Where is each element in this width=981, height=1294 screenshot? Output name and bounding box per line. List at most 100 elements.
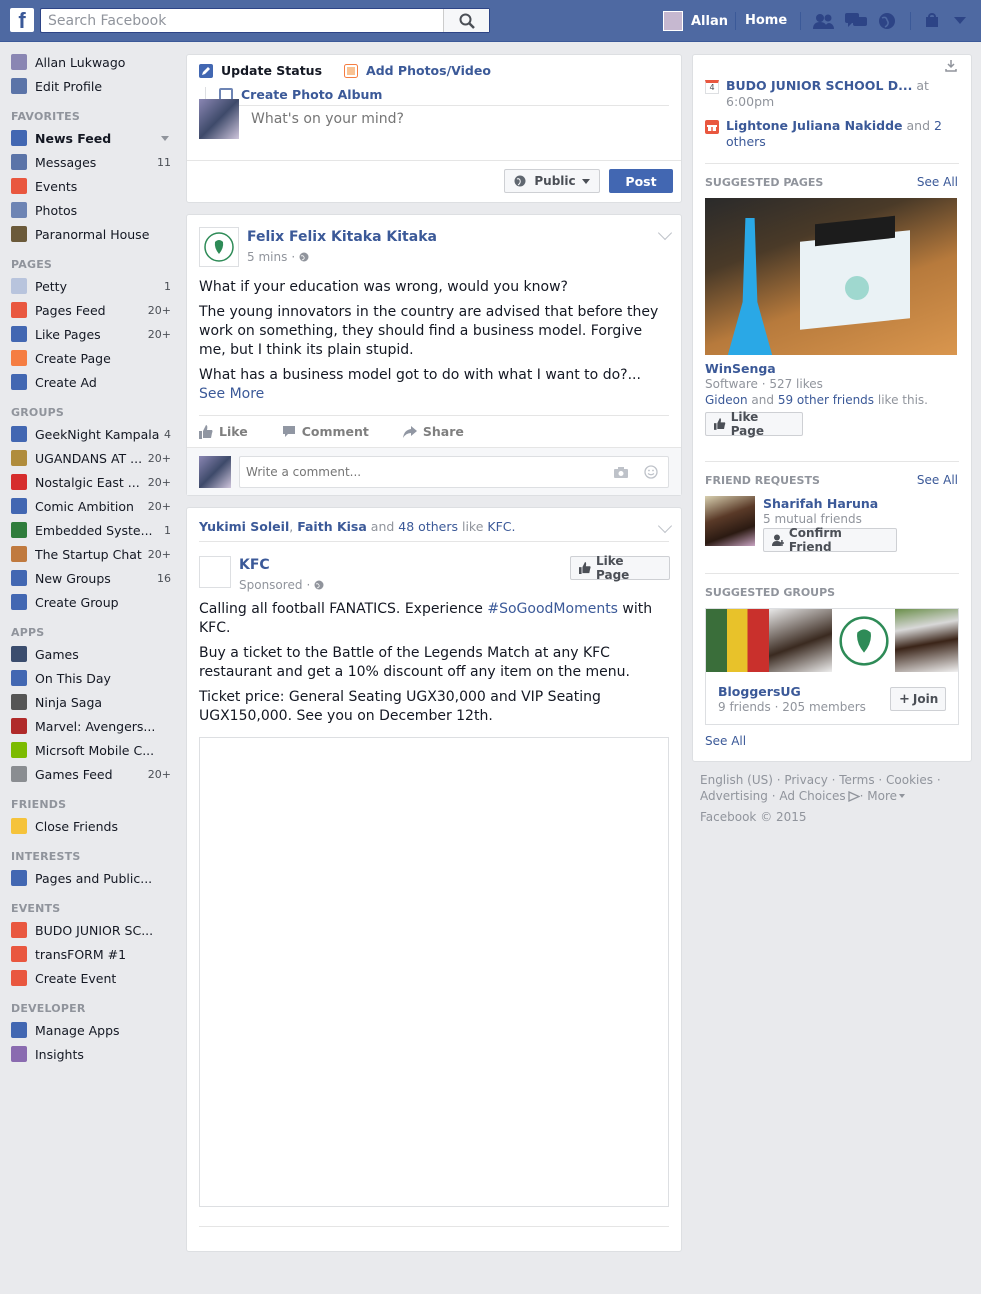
see-more-link[interactable]: See More: [199, 386, 264, 402]
ad-image[interactable]: [199, 737, 669, 1207]
suggested-page-image[interactable]: [705, 198, 957, 355]
privacy-selector[interactable]: Public: [504, 169, 600, 193]
footer-ad-links[interactable]: Advertising · Ad Choices: [700, 789, 846, 803]
sidebar-item-games-feed[interactable]: Games Feed 20+: [11, 764, 171, 784]
sidebar-item-close-friends[interactable]: Close Friends: [11, 816, 171, 836]
profile-link[interactable]: Allan: [663, 11, 728, 31]
account-menu-chevron-down-icon[interactable]: [949, 12, 971, 30]
add-photos-video-tab[interactable]: Add Photos/Video: [344, 63, 491, 78]
post-meta: 5 mins ·: [247, 250, 309, 264]
sidebar-item-create-group[interactable]: Create Group: [11, 592, 171, 612]
suggested-page-name[interactable]: WinSenga: [705, 361, 776, 376]
sidebar-item-news-feed[interactable]: News Feed: [11, 128, 171, 148]
sidebar-item-create-page[interactable]: Create Page: [11, 348, 171, 368]
sidebar-item-marvel-avengers[interactable]: Marvel: Avengers...: [11, 716, 171, 736]
hashtag-link[interactable]: #SoGoodMoments: [487, 601, 618, 617]
status-input[interactable]: [251, 111, 651, 127]
post-options-chevron-down-icon[interactable]: [657, 225, 673, 241]
sidebar-item-photos[interactable]: Photos: [11, 200, 171, 220]
search-input[interactable]: [41, 9, 441, 32]
sidebar-item-on-this-day[interactable]: On This Day: [11, 668, 171, 688]
download-icon[interactable]: [945, 60, 957, 72]
comment-input[interactable]: [240, 457, 580, 487]
post-author[interactable]: Felix Felix Kitaka Kitaka: [247, 229, 437, 245]
sidebar-item-the-startup-chat[interactable]: The Startup Chat 20+: [11, 544, 171, 564]
sidebar-item-paranormal-house[interactable]: Paranormal House: [11, 224, 171, 244]
sponsored-label[interactable]: Sponsored: [239, 578, 302, 592]
post-time[interactable]: 5 mins: [247, 250, 287, 264]
sidebar-item-ninja-saga[interactable]: Ninja Saga: [11, 692, 171, 712]
footer-more-link[interactable]: · More: [860, 789, 897, 803]
friend-link[interactable]: Faith Kisa: [297, 519, 367, 534]
share-button[interactable]: Share: [402, 424, 464, 439]
sidebar-item-messages[interactable]: Messages 11: [11, 152, 171, 172]
confirm-friend-button[interactable]: Confirm Friend: [763, 526, 897, 554]
sidebar-item-label: Games Feed: [35, 766, 113, 782]
post-options-chevron-down-icon[interactable]: [657, 518, 673, 534]
sidebar-item-create-ad[interactable]: Create Ad: [11, 372, 171, 392]
page-link[interactable]: KFC.: [487, 519, 515, 534]
author-avatar[interactable]: [199, 227, 239, 267]
sidebar-item-geeknight-kampala[interactable]: GeekNight Kampala 4: [11, 424, 171, 444]
sidebar-item-new-groups[interactable]: New Groups 16: [11, 568, 171, 588]
sidebar-item-micrsoft-mobile-c[interactable]: Micrsoft Mobile C...: [11, 740, 171, 760]
sidebar-item-edit-profile[interactable]: Edit Profile: [11, 76, 171, 96]
sidebar-item-comic-ambition[interactable]: Comic Ambition 20+: [11, 496, 171, 516]
update-status-tab[interactable]: Update Status: [199, 63, 322, 78]
messages-icon[interactable]: [845, 12, 867, 30]
friend-link[interactable]: Gideon: [705, 393, 748, 407]
notifications-globe-icon[interactable]: [876, 12, 898, 30]
like-page-button[interactable]: Like Page: [570, 554, 670, 582]
sidebar-item-label: Create Group: [35, 594, 119, 610]
sidebar-item-manage-apps[interactable]: Manage Apps: [11, 1020, 171, 1040]
emoji-icon[interactable]: [644, 465, 658, 479]
sidebar-item-pages-feed[interactable]: Pages Feed 20+: [11, 300, 171, 320]
see-all-requests-link[interactable]: See All: [917, 473, 958, 487]
footer-links[interactable]: English (US) · Privacy · Terms · Cookies…: [700, 773, 941, 787]
sidebar-item-label: Embedded Syste...: [35, 522, 153, 538]
sidebar-item-events[interactable]: Events: [11, 176, 171, 196]
home-link[interactable]: Home: [745, 13, 787, 28]
sidebar-item-pages-and-public[interactable]: Pages and Public...: [11, 868, 171, 888]
like-button[interactable]: Like: [199, 424, 248, 439]
confirm-friend-label: Confirm Friend: [788, 526, 842, 554]
create-photo-album-link[interactable]: Create Photo Album: [219, 87, 382, 102]
page-avatar[interactable]: [199, 556, 231, 588]
sidebar-item-count: 20+: [147, 499, 171, 513]
sidebar-item-like-pages[interactable]: Like Pages 20+: [11, 324, 171, 344]
see-all-pages-link[interactable]: See All: [917, 175, 958, 189]
sidebar-item-create-event[interactable]: Create Event: [11, 968, 171, 988]
avatar[interactable]: [705, 496, 755, 546]
privacy-shortcuts-icon[interactable]: [922, 12, 944, 30]
ad-choices-icon[interactable]: [848, 790, 860, 802]
friend-request-name[interactable]: Sharifah Haruna: [763, 496, 878, 511]
camera-icon[interactable]: [614, 467, 628, 478]
sidebar-item-budo-junior-sc[interactable]: BUDO JUNIOR SC...: [11, 920, 171, 940]
like-page-button[interactable]: Like Page: [705, 410, 803, 438]
post-paragraph: What has a business model got to do with…: [199, 367, 641, 383]
birthday-link[interactable]: Lightone Juliana Nakidde: [726, 118, 903, 133]
see-all-groups-link[interactable]: See All: [705, 734, 746, 748]
page-name[interactable]: KFC: [239, 557, 270, 573]
sidebar-item-insights[interactable]: Insights: [11, 1044, 171, 1064]
post-button[interactable]: Post: [609, 169, 673, 193]
sidebar-item-ugandans-at[interactable]: UGANDANS AT ... 20+: [11, 448, 171, 468]
others-link[interactable]: 48 others: [398, 519, 458, 534]
sidebar-item-nostalgic-east[interactable]: Nostalgic East ... 20+: [11, 472, 171, 492]
join-group-button[interactable]: + Join: [890, 687, 946, 711]
chevron-down-icon[interactable]: [161, 135, 169, 141]
sidebar-item-petty[interactable]: Petty 1: [11, 276, 171, 296]
sidebar-item-games[interactable]: Games: [11, 644, 171, 664]
friend-link[interactable]: Yukimi Soleil: [199, 519, 289, 534]
sidebar-item-transform-1[interactable]: transFORM #1: [11, 944, 171, 964]
sidebar-item-embedded-syste[interactable]: Embedded Syste... 1: [11, 520, 171, 540]
comment-button[interactable]: Comment: [282, 424, 369, 439]
suggested-group-name[interactable]: BloggersUG: [718, 684, 801, 699]
event-link[interactable]: BUDO JUNIOR SCHOOL D...: [726, 78, 912, 93]
facebook-logo[interactable]: f: [10, 8, 34, 33]
sidebar-item-allan-lukwago[interactable]: Allan Lukwago: [11, 52, 171, 72]
mutual-friends[interactable]: 5 mutual friends: [763, 512, 862, 526]
friend-requests-icon[interactable]: [813, 12, 835, 30]
friends-others-link[interactable]: 59 other friends: [778, 393, 874, 407]
search-button[interactable]: [443, 9, 489, 32]
